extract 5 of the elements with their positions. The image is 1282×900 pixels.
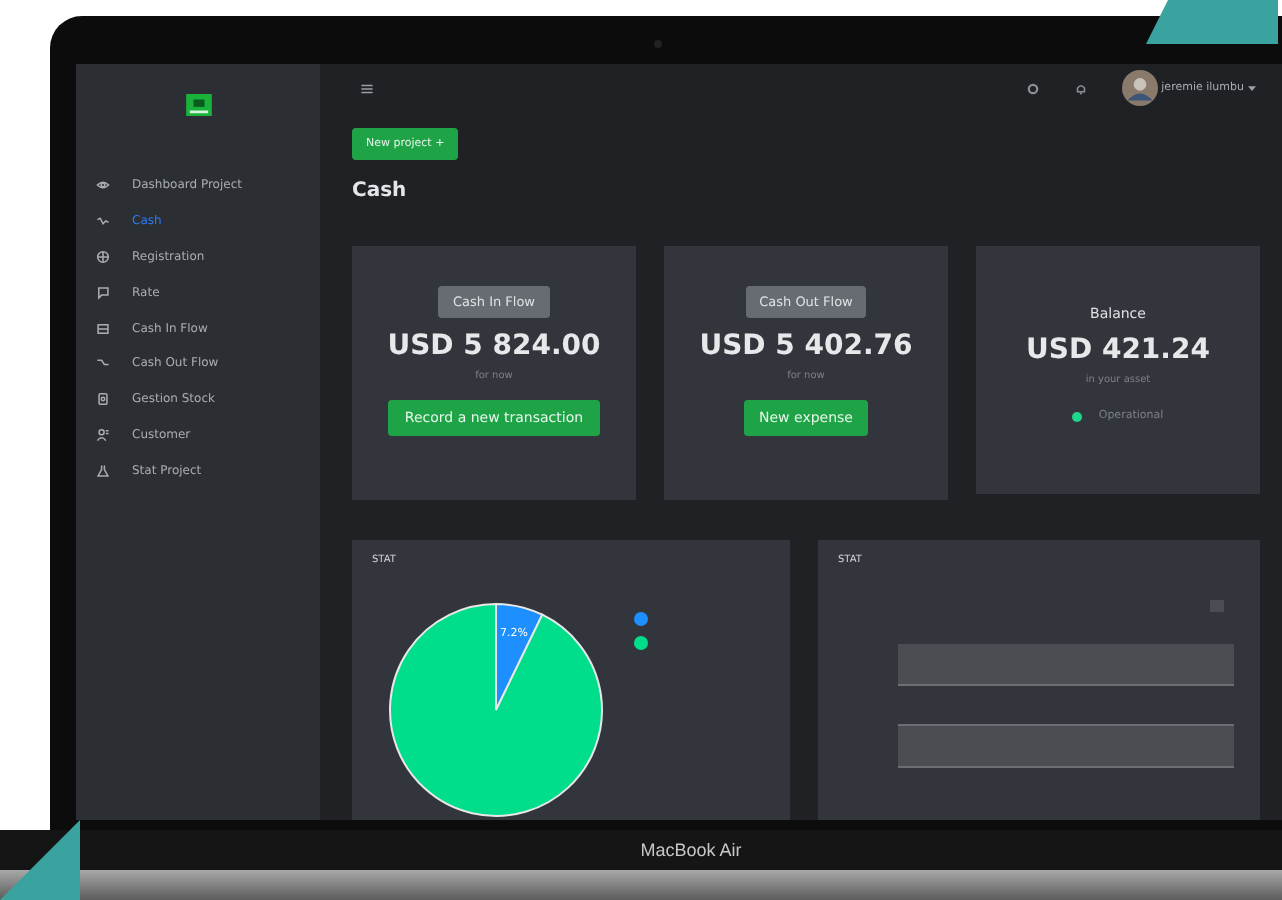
amount: USD 5 824.00 [387, 330, 601, 362]
device-label: MacBook Air [640, 840, 742, 860]
amount: USD 421.24 [1026, 334, 1210, 366]
amount: USD 5 402.76 [699, 330, 913, 362]
page-title: Cash [352, 180, 409, 202]
